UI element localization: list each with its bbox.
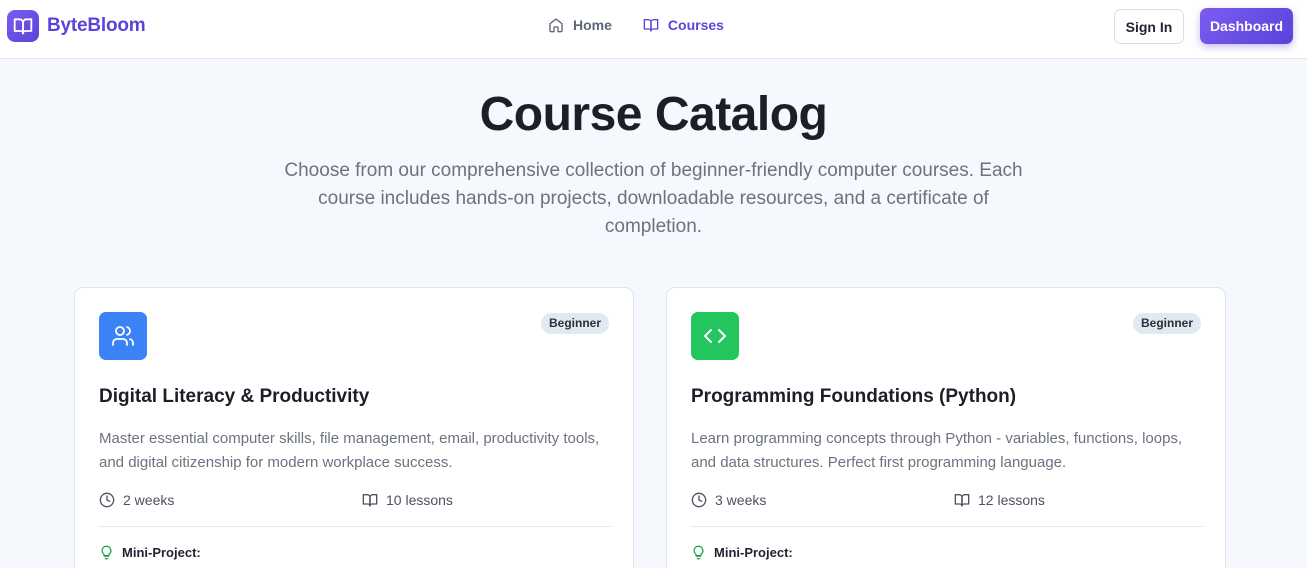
- course-lessons: 12 lessons: [954, 492, 1045, 508]
- page-title: Course Catalog: [479, 88, 828, 141]
- level-badge: Beginner: [1132, 313, 1201, 334]
- lightbulb-icon: [101, 545, 112, 560]
- mini-project: Mini-Project:: [99, 545, 201, 560]
- brand[interactable]: ByteBloom: [7, 10, 146, 42]
- mini-project-label: Mini-Project:: [714, 545, 793, 560]
- course-title: Programming Foundations (Python): [691, 386, 1017, 407]
- home-icon: [549, 18, 563, 33]
- page-subtitle: Choose from our comprehensive collection…: [284, 160, 1023, 237]
- course-lessons: 10 lessons: [362, 492, 453, 508]
- dashboard-button[interactable]: Dashboard: [1200, 8, 1293, 44]
- nav-courses[interactable]: Courses: [643, 17, 724, 33]
- mini-project-label: Mini-Project:: [122, 545, 201, 560]
- nav-home[interactable]: Home: [548, 17, 612, 33]
- lessons-label: 10 lessons: [386, 492, 453, 508]
- card-divider: [691, 526, 1203, 527]
- main-nav: Home Courses: [548, 17, 755, 33]
- book-open-icon: [7, 10, 39, 42]
- brand-name: ByteBloom: [47, 15, 146, 36]
- clock-icon: [99, 492, 115, 508]
- clock-icon: [691, 492, 707, 508]
- book-open-icon: [954, 494, 970, 507]
- nav-home-label: Home: [573, 17, 612, 33]
- duration-label: 2 weeks: [123, 492, 175, 508]
- sign-in-button[interactable]: Sign In: [1114, 9, 1184, 44]
- course-card[interactable]: Beginner Programming Foundations (Python…: [666, 287, 1226, 568]
- top-navbar: ByteBloom Home Courses Sign In Dashboard: [0, 0, 1307, 59]
- level-badge: Beginner: [540, 313, 609, 334]
- users-icon: [99, 312, 147, 360]
- course-card[interactable]: Beginner Digital Literacy & Productivity…: [74, 287, 634, 568]
- duration-label: 3 weeks: [715, 492, 767, 508]
- course-duration: 3 weeks: [691, 492, 766, 508]
- course-title: Digital Literacy & Productivity: [99, 386, 370, 407]
- course-duration: 2 weeks: [99, 492, 174, 508]
- nav-courses-label: Courses: [667, 17, 724, 33]
- lessons-label: 12 lessons: [978, 492, 1045, 508]
- book-open-icon: [362, 494, 378, 507]
- course-description: Master essential computer skills, file m…: [99, 430, 600, 471]
- lightbulb-icon: [693, 545, 704, 560]
- card-divider: [99, 526, 611, 527]
- mini-project: Mini-Project:: [691, 545, 793, 560]
- book-open-icon: [643, 19, 659, 32]
- code-icon: [691, 312, 739, 360]
- course-description: Learn programming concepts through Pytho…: [691, 430, 1183, 471]
